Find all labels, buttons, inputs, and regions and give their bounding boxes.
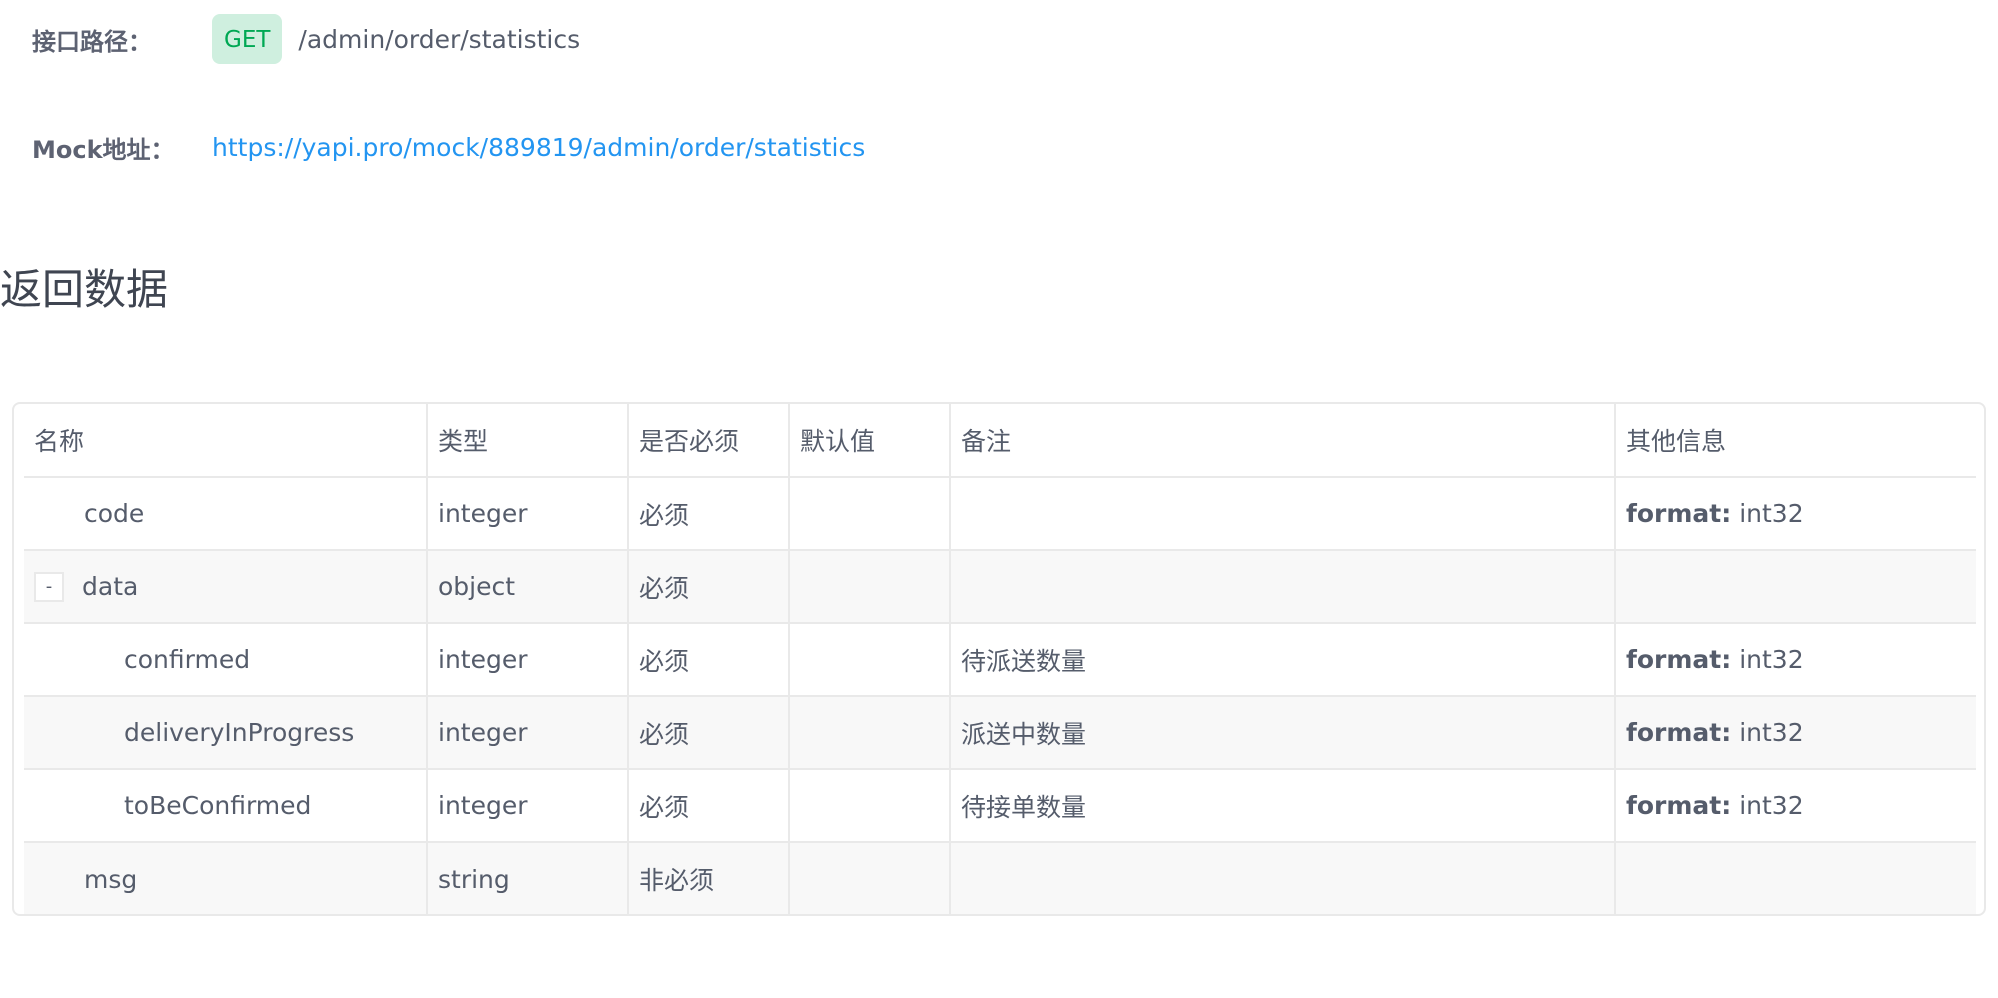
mock-url-label: Mock地址： <box>32 136 175 164</box>
type-cell: object <box>427 550 629 624</box>
api-path-row: 接口路径： GET /admin/order/statistics <box>32 14 580 64</box>
table-row: confirmed integer 必须 待派送数量 format: int32 <box>24 623 1976 697</box>
other-key: format: <box>1626 499 1732 528</box>
column-header-note: 备注 <box>950 404 1616 478</box>
required-cell: 必须 <box>628 623 790 697</box>
other-cell: format: int32 <box>1615 696 1976 770</box>
note-cell <box>950 842 1616 914</box>
default-cell <box>789 550 951 624</box>
type-cell: string <box>427 842 629 914</box>
default-cell <box>789 623 951 697</box>
default-cell <box>789 842 951 914</box>
other-value: int32 <box>1731 645 1804 674</box>
column-header-other: 其他信息 <box>1615 404 1976 478</box>
column-header-required: 是否必须 <box>628 404 790 478</box>
type-cell: integer <box>427 623 629 697</box>
name-cell: toBeConfirmed <box>24 769 428 843</box>
default-cell <box>789 769 951 843</box>
table-header-row: 名称 类型 是否必须 默认值 备注 其他信息 <box>24 404 1976 478</box>
default-cell <box>789 696 951 770</box>
note-cell <box>950 550 1616 624</box>
type-cell: integer <box>427 696 629 770</box>
field-name: data <box>82 572 139 601</box>
table-row: toBeConfirmed integer 必须 待接单数量 format: i… <box>24 769 1976 843</box>
field-name: msg <box>84 864 138 894</box>
field-name: code <box>84 499 145 528</box>
response-schema-table-container: 名称 类型 是否必须 默认值 备注 其他信息 code integer 必须 f… <box>12 402 1986 916</box>
api-path-label: 接口路径： <box>32 27 152 56</box>
table-row: - data object 必须 <box>24 550 1976 624</box>
required-cell: 必须 <box>628 769 790 843</box>
note-cell: 待派送数量 <box>950 623 1616 697</box>
other-value: int32 <box>1731 718 1804 747</box>
other-value: int32 <box>1731 791 1804 820</box>
other-key: format: <box>1626 791 1732 820</box>
type-cell: integer <box>427 769 629 843</box>
mock-url-link[interactable]: https://yapi.pro/mock/889819/admin/order… <box>212 133 865 162</box>
name-cell: deliveryInProgress <box>24 696 428 770</box>
note-cell <box>950 477 1616 551</box>
column-header-name: 名称 <box>24 404 428 478</box>
api-path-value: /admin/order/statistics <box>298 24 581 54</box>
collapse-toggle-button[interactable]: - <box>34 571 64 602</box>
name-cell: code <box>24 477 428 551</box>
name-cell: - data <box>24 550 428 624</box>
mock-url-row: Mock地址： https://yapi.pro/mock/889819/adm… <box>32 130 865 165</box>
other-value: int32 <box>1731 499 1804 528</box>
response-data-title: 返回数据 <box>0 265 169 314</box>
type-cell: integer <box>427 477 629 551</box>
required-cell: 非必须 <box>628 842 790 914</box>
table-row: deliveryInProgress integer 必须 派送中数量 form… <box>24 696 1976 770</box>
method-badge: GET <box>212 14 283 64</box>
field-name: toBeConfirmed <box>124 791 312 820</box>
other-key: format: <box>1626 645 1732 674</box>
table-row: msg string 非必须 <box>24 842 1976 914</box>
column-header-type: 类型 <box>427 404 629 478</box>
other-cell <box>1615 842 1976 914</box>
response-schema-table: 名称 类型 是否必须 默认值 备注 其他信息 code integer 必须 f… <box>24 404 1976 914</box>
other-cell: format: int32 <box>1615 769 1976 843</box>
field-name: confirmed <box>124 645 251 674</box>
required-cell: 必须 <box>628 550 790 624</box>
other-key: format: <box>1626 718 1732 747</box>
other-cell: format: int32 <box>1615 623 1976 697</box>
note-cell: 派送中数量 <box>950 696 1616 770</box>
default-cell <box>789 477 951 551</box>
field-name: deliveryInProgress <box>124 718 355 747</box>
required-cell: 必须 <box>628 477 790 551</box>
required-cell: 必须 <box>628 696 790 770</box>
other-cell: format: int32 <box>1615 477 1976 551</box>
name-cell: msg <box>24 842 428 914</box>
name-cell: confirmed <box>24 623 428 697</box>
note-cell: 待接单数量 <box>950 769 1616 843</box>
table-row: code integer 必须 format: int32 <box>24 477 1976 551</box>
other-cell <box>1615 550 1976 624</box>
column-header-default: 默认值 <box>789 404 951 478</box>
